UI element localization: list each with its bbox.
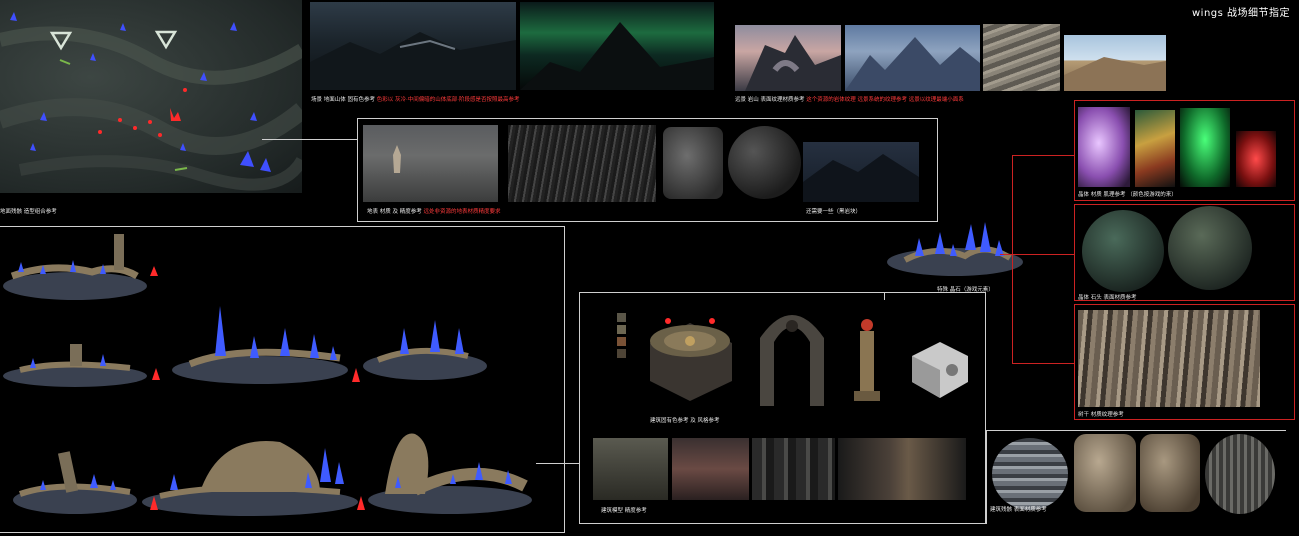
stone-sphere-1	[1082, 210, 1164, 292]
surface-cylinder-stone-1	[1074, 434, 1136, 512]
sandstone-layers-image	[1064, 35, 1166, 91]
connector-line	[986, 430, 1286, 431]
black-rock-image	[803, 142, 919, 202]
building-model-image-1	[593, 438, 668, 500]
green-crystal-image	[1180, 108, 1230, 187]
special-crystal-model	[885, 210, 1025, 280]
jagged-peaks-image	[845, 25, 980, 91]
ruin-model-5	[10, 448, 150, 518]
aurora-mountain-image	[520, 2, 714, 90]
color-swatch	[617, 325, 626, 334]
color-swatches	[617, 313, 626, 358]
scene-caption-main: 场景 地面山体 固有色参考	[311, 97, 375, 103]
ground-caption: 地表 材质 及 精度参考 远处非资源的地表材质精度要求	[367, 209, 501, 216]
red-connector	[1000, 254, 1012, 255]
ground-figure-image	[363, 125, 498, 202]
page-title: wings 战场细节指定	[1192, 8, 1291, 19]
rainbow-crystal-image	[1135, 110, 1175, 187]
rock-caption: 远景 岩山 表面纹理材质参考 这个资源的岩体纹理 远景系统的纹理参考 远景以纹理…	[735, 97, 964, 104]
rock-sphere-sample	[728, 126, 801, 199]
rock-cylinder-sample	[663, 127, 723, 199]
map-caption: 地面残骸 造型组合参考	[0, 209, 57, 215]
building-surface-caption: 建筑残骸 表面材质参考	[990, 507, 1047, 513]
connector-line	[884, 292, 885, 300]
connector-line	[262, 139, 358, 140]
color-swatch	[617, 313, 626, 322]
ruin-model-1	[0, 232, 160, 304]
building-model-image-3	[752, 438, 835, 500]
building-model-image-2	[672, 438, 749, 500]
building-cube-model	[906, 336, 972, 402]
ground-caption-note: 远处非资源的地表材质精度要求	[423, 209, 501, 215]
surface-cylinder-stone-2	[1140, 434, 1200, 512]
red-connector	[1012, 254, 1074, 255]
surface-sphere-metal	[992, 438, 1068, 510]
red-connector	[1012, 363, 1074, 364]
rock-caption-note: 这个资源的岩体纹理 远景系统的纹理参考 远景以纹理最端小面系	[806, 97, 964, 103]
dark-terrain-texture	[508, 125, 656, 202]
rock-caption-main: 远景 岩山 表面纹理材质参考	[735, 97, 805, 103]
tree-bark-image	[1078, 310, 1260, 407]
surface-ribbed-sphere	[1205, 434, 1275, 514]
ruin-model-7	[355, 428, 535, 520]
building-model-image-4	[838, 438, 966, 500]
amethyst-image	[1078, 107, 1130, 187]
scene-caption: 场景 地面山体 固有色参考 色彩以 灰冷·中间偏暗的山体底部·阶段感是否按照最高…	[311, 97, 520, 104]
rock-closeup-image	[983, 24, 1060, 91]
rock-arch-image	[735, 25, 841, 91]
dark-landscape-image	[310, 2, 516, 90]
scene-caption-note: 色彩以 灰冷·中间偏暗的山体底部·阶段感是否按照最高参考	[376, 97, 520, 103]
building-model-caption: 建筑模型 精度参考	[601, 508, 647, 514]
ruin-model-2	[0, 338, 165, 388]
building-arch-model	[752, 298, 832, 408]
tree-caption: 树干 材质纹理参考	[1078, 412, 1124, 418]
stone-sphere-2	[1168, 206, 1252, 290]
ruin-model-3	[170, 302, 360, 388]
color-swatch	[617, 337, 626, 346]
red-connector	[1012, 155, 1074, 156]
ground-right-caption: 还需要一些（黑岩块）	[806, 209, 862, 215]
building-pillar-model	[850, 315, 884, 403]
red-crystal-image	[1236, 131, 1276, 187]
battlefield-map-image	[0, 0, 302, 193]
color-swatch	[617, 349, 626, 358]
ruin-model-4	[360, 308, 500, 384]
connector-line	[986, 430, 987, 524]
connector-line	[536, 463, 579, 464]
crystal-caption: 晶体 材质 肌理参考 （颜色按游戏的来）	[1078, 192, 1177, 198]
ruin-model-6	[140, 432, 362, 520]
red-connector	[1012, 155, 1013, 363]
ground-caption-main: 地表 材质 及 精度参考	[367, 209, 422, 215]
building-altar-model	[640, 303, 740, 403]
stone-caption: 晶体 石头 表面材质参考	[1078, 295, 1137, 301]
building-color-caption: 建筑固有色参考 及 风格参考	[650, 418, 720, 424]
